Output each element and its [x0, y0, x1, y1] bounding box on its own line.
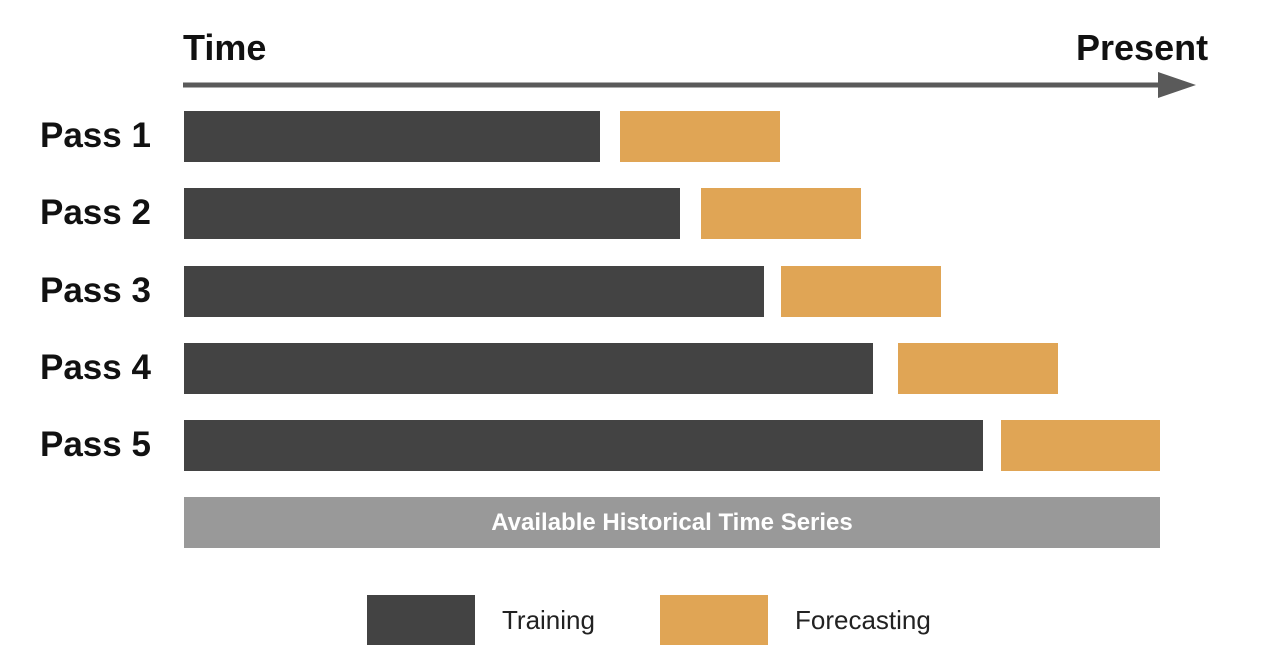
pass-label: Pass 4 [40, 348, 151, 387]
training-bar [184, 420, 983, 471]
legend-training-swatch [367, 595, 475, 645]
training-bar [184, 343, 873, 394]
forecasting-bar [701, 188, 861, 239]
training-bar [184, 266, 764, 317]
forecasting-bar [620, 111, 780, 162]
legend-forecasting-swatch [660, 595, 768, 645]
time-arrow [183, 72, 1196, 98]
pass-label: Pass 2 [40, 193, 151, 232]
legend-forecasting-label: Forecasting [795, 605, 931, 635]
time-arrow-head [1158, 72, 1196, 98]
forecasting-bar [1001, 420, 1160, 471]
pass-label: Pass 5 [40, 425, 151, 464]
forecasting-bar [781, 266, 941, 317]
forecasting-bar [898, 343, 1058, 394]
pass-label: Pass 3 [40, 271, 151, 310]
training-bar [184, 188, 680, 239]
legend-training-label: Training [502, 605, 595, 635]
historical-series-bar: Available Historical Time Series [184, 497, 1160, 548]
training-bar [184, 111, 600, 162]
pass-label: Pass 1 [40, 116, 151, 155]
